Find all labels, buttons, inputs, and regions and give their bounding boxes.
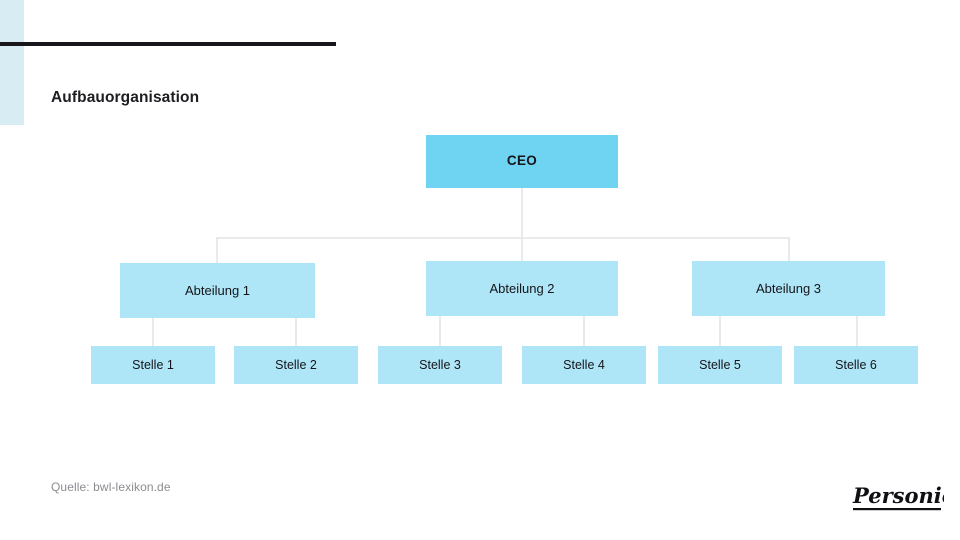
org-node-department-2-label: Abteilung 2 xyxy=(489,280,555,296)
org-node-role-5-label: Stelle 5 xyxy=(699,357,741,372)
org-node-ceo[interactable]: CEO xyxy=(426,135,618,188)
org-node-ceo-label: CEO xyxy=(506,153,538,169)
slide-canvas: Aufbauorganisation CEO Abteilung 1 Abtei… xyxy=(0,0,960,540)
org-node-role-5[interactable]: Stelle 5 xyxy=(658,346,782,384)
source-note: Quelle: bwl-lexikon.de xyxy=(51,480,171,494)
org-node-role-2[interactable]: Stelle 2 xyxy=(234,346,358,384)
personio-wordmark-text: Personio xyxy=(852,483,944,508)
org-node-role-3[interactable]: Stelle 3 xyxy=(378,346,502,384)
personio-underline xyxy=(853,508,941,511)
org-node-role-3-label: Stelle 3 xyxy=(419,357,461,372)
org-node-department-1-label: Abteilung 1 xyxy=(184,282,251,298)
org-node-role-1[interactable]: Stelle 1 xyxy=(91,346,215,384)
personio-logo: Personio xyxy=(852,482,944,516)
org-node-role-4-label: Stelle 4 xyxy=(563,357,605,372)
org-node-role-1-label: Stelle 1 xyxy=(132,357,174,372)
org-node-role-6[interactable]: Stelle 6 xyxy=(794,346,918,384)
org-node-role-4[interactable]: Stelle 4 xyxy=(522,346,646,384)
org-node-department-1[interactable]: Abteilung 1 xyxy=(120,263,315,318)
org-chart: CEO Abteilung 1 Abteilung 2 Abteilung 3 … xyxy=(0,0,960,540)
org-node-department-3-label: Abteilung 3 xyxy=(755,280,822,296)
org-node-department-2[interactable]: Abteilung 2 xyxy=(426,261,618,316)
org-node-department-3[interactable]: Abteilung 3 xyxy=(692,261,885,316)
org-node-role-2-label: Stelle 2 xyxy=(275,357,317,372)
org-node-role-6-label: Stelle 6 xyxy=(835,357,877,372)
